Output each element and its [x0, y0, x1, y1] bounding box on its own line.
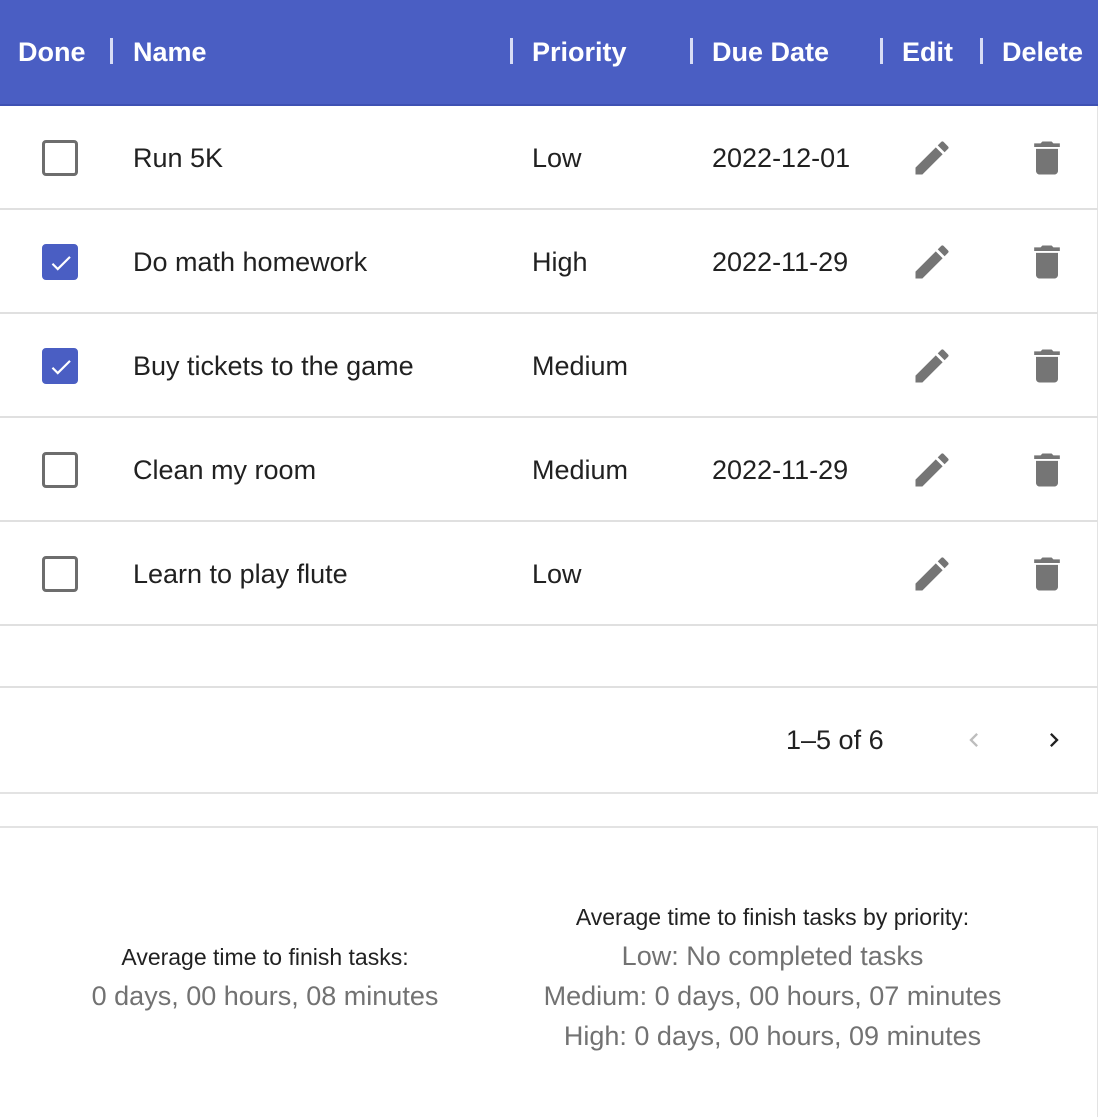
task-name: Run 5K: [133, 143, 224, 173]
header-edit[interactable]: Edit: [902, 0, 953, 104]
pencil-icon[interactable]: [910, 240, 954, 284]
done-checkbox[interactable]: [42, 452, 78, 488]
trash-icon[interactable]: [1025, 448, 1069, 492]
task-name: Clean my room: [133, 455, 317, 485]
trash-icon[interactable]: [1025, 344, 1069, 388]
average-time-block: Average time to finish tasks: 0 days, 00…: [30, 938, 500, 1016]
pencil-icon[interactable]: [910, 344, 954, 388]
task-name: Buy tickets to the game: [133, 351, 414, 381]
chevron-left-icon[interactable]: [960, 726, 988, 754]
priority-medium-value: Medium: 0 days, 00 hours, 07 minutes: [543, 981, 1002, 1011]
task-name: Learn to play flute: [133, 559, 348, 589]
priority-average-title: Average time to finish tasks by priority…: [575, 904, 970, 930]
header-name[interactable]: Name: [133, 0, 207, 104]
header-done[interactable]: Done: [18, 0, 86, 104]
stats-panel: Average time to finish tasks: 0 days, 00…: [0, 826, 1098, 1117]
table-row: Buy tickets to the game Medium: [0, 314, 1098, 418]
priority-average-block: Average time to finish tasks by priority…: [500, 898, 1045, 1056]
page-range-text: 1–5 of 6: [786, 725, 884, 755]
priority-high-value: High: 0 days, 00 hours, 09 minutes: [563, 1021, 982, 1051]
task-due-date: 2022-12-01: [712, 143, 851, 173]
task-priority: High: [532, 247, 588, 277]
header-delete[interactable]: Delete: [1002, 0, 1083, 104]
tasks-table: Done Name Priority Due Date Edit Delete …: [0, 0, 1098, 794]
task-due-date: 2022-11-29: [712, 247, 849, 277]
table-row: Run 5K Low 2022-12-01: [0, 106, 1098, 210]
task-priority: Medium: [532, 455, 629, 485]
done-checkbox[interactable]: [42, 244, 78, 280]
done-checkbox[interactable]: [42, 556, 78, 592]
table-row: Learn to play flute Low: [0, 522, 1098, 626]
table-row: Do math homework High 2022-11-29: [0, 210, 1098, 314]
column-separator[interactable]: [110, 38, 113, 64]
average-time-value: 0 days, 00 hours, 08 minutes: [91, 981, 439, 1011]
table-header: Done Name Priority Due Date Edit Delete: [0, 0, 1098, 106]
average-time-title: Average time to finish tasks:: [121, 944, 409, 970]
header-priority[interactable]: Priority: [532, 0, 627, 104]
done-checkbox[interactable]: [42, 140, 78, 176]
pencil-icon[interactable]: [910, 552, 954, 596]
column-separator[interactable]: [690, 38, 693, 64]
checkmark-icon: [51, 256, 71, 271]
trash-icon[interactable]: [1025, 136, 1069, 180]
empty-row: [0, 628, 1098, 688]
done-checkbox[interactable]: [42, 348, 78, 384]
pencil-icon[interactable]: [910, 448, 954, 492]
pagination: 1–5 of 6: [0, 690, 1098, 790]
task-priority: Medium: [532, 351, 629, 381]
column-separator[interactable]: [980, 38, 983, 64]
task-priority: Low: [532, 143, 582, 173]
trash-icon[interactable]: [1025, 552, 1069, 596]
pencil-icon[interactable]: [910, 136, 954, 180]
task-name: Do math homework: [133, 247, 368, 277]
task-due-date: 2022-11-29: [712, 455, 849, 485]
table-row: Clean my room Medium 2022-11-29: [0, 418, 1098, 522]
trash-icon[interactable]: [1025, 240, 1069, 284]
checkmark-icon: [51, 360, 71, 375]
chevron-right-icon[interactable]: [1040, 726, 1068, 754]
priority-low-value: Low: No completed tasks: [621, 941, 924, 971]
task-priority: Low: [532, 559, 582, 589]
column-separator[interactable]: [880, 38, 883, 64]
column-separator[interactable]: [510, 38, 513, 64]
header-due-date[interactable]: Due Date: [712, 0, 829, 104]
